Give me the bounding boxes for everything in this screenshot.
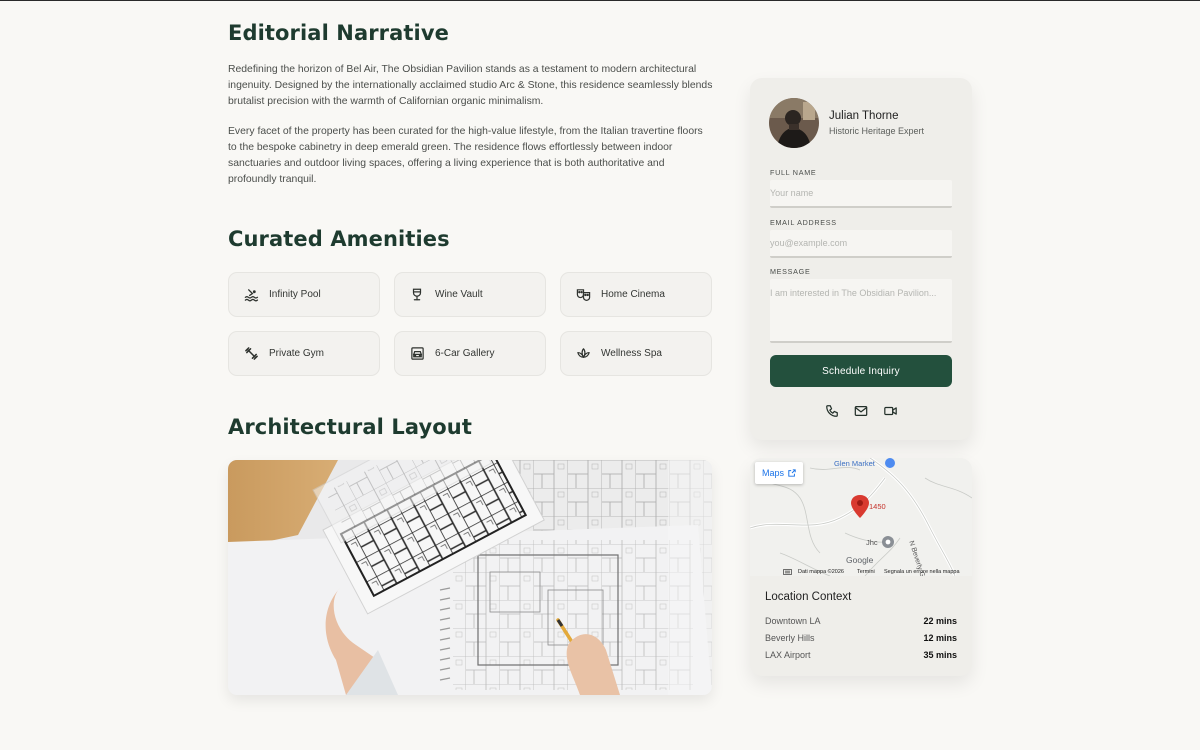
amenities-heading: Curated Amenities — [228, 227, 450, 251]
google-logo: Google — [846, 555, 874, 565]
agent-contact-card: Julian Thorne Historic Heritage Expert F… — [750, 78, 972, 440]
video-icon[interactable] — [883, 404, 897, 418]
map-pin-label: 1450 — [869, 502, 886, 511]
message-label: MESSAGE — [770, 267, 811, 276]
message-textarea[interactable] — [770, 279, 952, 343]
amenity-wine-vault[interactable]: Wine Vault — [394, 272, 546, 317]
amenity-label: Private Gym — [269, 348, 325, 359]
amenity-label: Infinity Pool — [269, 289, 321, 300]
full-name-input[interactable] — [770, 180, 952, 208]
amenity-wellness-spa[interactable]: Wellness Spa — [560, 331, 712, 376]
garage-icon — [409, 346, 425, 362]
amenity-label: Wellness Spa — [601, 348, 662, 359]
phone-icon[interactable] — [825, 404, 839, 418]
top-border — [0, 0, 1200, 1]
theater-masks-icon — [575, 287, 591, 303]
narrative-paragraph-1: Redefining the horizon of Bel Air, The O… — [228, 64, 713, 107]
map-attribution: Dati mappa ©2026 — [798, 569, 844, 575]
embedded-map[interactable]: Maps Glen Market 1450 Jhc N Beverly G Go… — [750, 458, 972, 576]
schedule-inquiry-button[interactable]: Schedule Inquiry — [770, 355, 952, 387]
email-label: EMAIL ADDRESS — [770, 218, 837, 227]
amenity-home-cinema[interactable]: Home Cinema — [560, 272, 712, 317]
amenity-label: 6-Car Gallery — [435, 348, 495, 359]
location-time: 22 mins — [923, 616, 957, 626]
agent-name: Julian Thorne — [829, 110, 899, 122]
maps-button-label: Maps — [762, 468, 785, 478]
open-in-maps-button[interactable]: Maps — [755, 462, 803, 484]
narrative-paragraph-2: Every facet of the property has been cur… — [228, 126, 703, 185]
location-place: LAX Airport — [765, 650, 811, 660]
location-place: Downtown LA — [765, 616, 821, 626]
location-row: Downtown LA 22 mins — [765, 616, 957, 626]
amenity-private-gym[interactable]: Private Gym — [228, 331, 380, 376]
location-title: Location Context — [765, 591, 852, 603]
amenity-label: Wine Vault — [435, 289, 483, 300]
amenity-car-gallery[interactable]: 6-Car Gallery — [394, 331, 546, 376]
avatar — [769, 98, 819, 148]
layout-heading: Architectural Layout — [228, 415, 472, 439]
architectural-blueprint-photo — [228, 460, 712, 695]
mail-icon[interactable] — [854, 404, 868, 418]
map-terms-link[interactable]: Termini — [857, 569, 875, 575]
keyboard-icon[interactable] — [783, 569, 792, 576]
location-place: Beverly Hills — [765, 633, 815, 643]
email-input[interactable] — [770, 230, 952, 258]
dumbbell-icon — [243, 346, 259, 362]
amenity-label: Home Cinema — [601, 289, 665, 300]
spa-lotus-icon — [575, 346, 591, 362]
location-time: 35 mins — [923, 650, 957, 660]
external-link-icon — [788, 469, 796, 477]
map-report-link[interactable]: Segnala un errore nella mappa — [884, 569, 960, 575]
map-place-label: Glen Market — [834, 459, 875, 468]
location-row: LAX Airport 35 mins — [765, 650, 957, 660]
agent-role: Historic Heritage Expert — [829, 126, 925, 136]
map-poi-label: Jhc — [866, 538, 878, 547]
narrative-heading: Editorial Narrative — [228, 21, 449, 45]
pool-icon — [243, 287, 259, 303]
location-time: 12 mins — [923, 633, 957, 643]
location-card: Maps Glen Market 1450 Jhc N Beverly G Go… — [750, 458, 972, 676]
wine-glass-icon — [409, 287, 425, 303]
amenity-infinity-pool[interactable]: Infinity Pool — [228, 272, 380, 317]
location-row: Beverly Hills 12 mins — [765, 633, 957, 643]
full-name-label: FULL NAME — [770, 168, 817, 177]
